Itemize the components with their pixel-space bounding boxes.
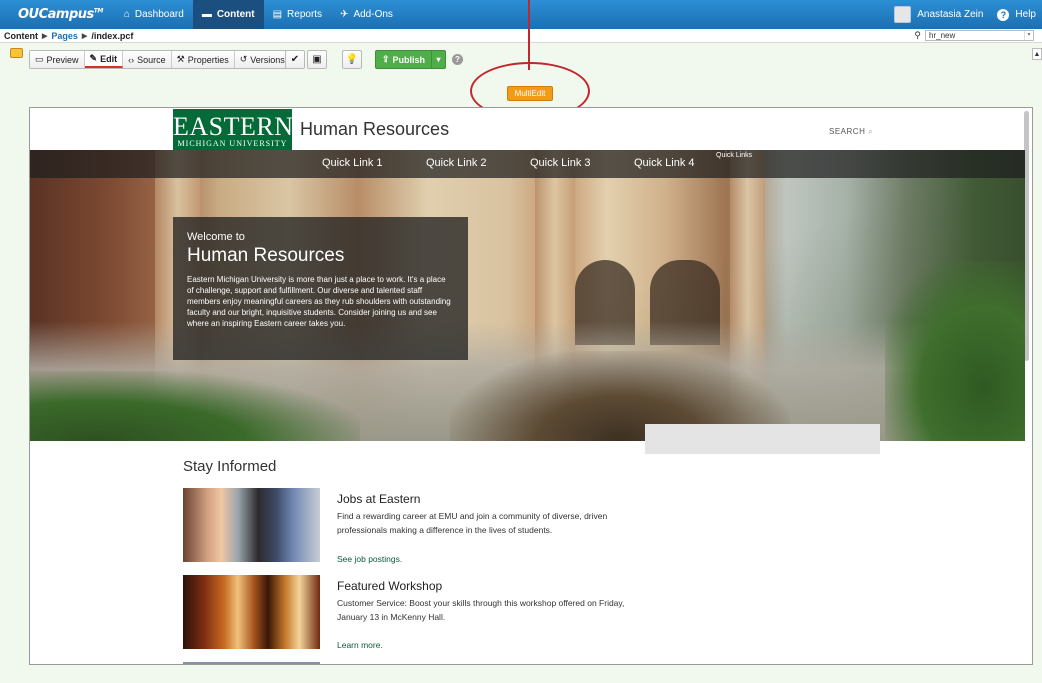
- avatar[interactable]: [894, 6, 912, 23]
- check-icon: ✔: [290, 54, 300, 65]
- chevron-down-icon: ▾: [1024, 31, 1033, 40]
- welcome-panel: Welcome to Human Resources Eastern Michi…: [173, 217, 468, 360]
- publish-button[interactable]: ⇪ Publish ▾: [375, 50, 446, 69]
- user-name[interactable]: Anastasia Zein: [917, 9, 983, 20]
- workshop-title[interactable]: Featured Workshop: [337, 579, 442, 593]
- properties-button[interactable]: ⚒ Properties: [171, 51, 235, 68]
- code-icon: ‹›: [128, 54, 135, 65]
- save-icon: ▣: [312, 54, 322, 65]
- wrench-icon: ⚒: [176, 54, 185, 64]
- multiedit-button[interactable]: MultiEdit: [507, 86, 553, 101]
- chevron-up-icon[interactable]: ▲: [1032, 48, 1042, 60]
- nav-content[interactable]: ▬ Content: [192, 0, 264, 29]
- save-button[interactable]: ▣: [307, 50, 327, 69]
- welcome-pre-title: Welcome to: [187, 231, 245, 243]
- folder-icon: ▬: [201, 9, 212, 20]
- quick-link-1[interactable]: Quick Link 1: [322, 157, 383, 169]
- chevron-right-icon: ▶: [42, 32, 48, 40]
- top-nav-bar: OUCampusTM ⌂ Dashboard ▬ Content ▤ Reports …: [0, 0, 1042, 29]
- workshop-link[interactable]: Learn more.: [337, 640, 383, 650]
- annotation-arrow-line: [528, 0, 530, 70]
- quick-link-4[interactable]: Quick Link 4: [634, 157, 695, 169]
- publish-icon: ⇪: [382, 54, 390, 64]
- banner-placeholder: [645, 424, 880, 454]
- pin-icon: ✈: [340, 9, 349, 20]
- nav-dashboard[interactable]: ⌂ Dashboard: [115, 0, 193, 29]
- jobs-description: Find a rewarding career at EMU and join …: [337, 511, 608, 535]
- preview-button[interactable]: ▭ Preview: [30, 51, 85, 68]
- welcome-body: Eastern Michigan University is more than…: [187, 275, 451, 328]
- breadcrumb-pages[interactable]: Pages: [51, 31, 78, 41]
- versions-button[interactable]: ↺ Versions: [234, 51, 290, 68]
- help-link[interactable]: Help: [1015, 9, 1036, 20]
- view-mode-group: ▭ Preview ✎ Edit ‹› Source ⚒ Properties ↺ Ver…: [29, 50, 291, 69]
- site-select[interactable]: hr_new ▾: [925, 30, 1034, 41]
- home-icon: ⌂: [123, 9, 130, 20]
- report-icon: ▤: [272, 9, 283, 20]
- nav-add-ons[interactable]: ✈ Add-Ons: [331, 0, 402, 29]
- breadcrumb-content[interactable]: Content: [4, 31, 38, 41]
- nav-reports[interactable]: ▤ Reports: [264, 0, 331, 29]
- help-icon[interactable]: ?: [452, 54, 463, 65]
- emu-logo[interactable]: EASTERN MICHIGAN UNIVERSITY: [173, 109, 293, 150]
- site-header: EASTERN MICHIGAN UNIVERSITY Human Resour…: [30, 108, 1025, 150]
- welcome-title: Human Resources: [187, 245, 345, 266]
- file-tree-icon[interactable]: [10, 48, 23, 58]
- help-icon[interactable]: ?: [997, 8, 1010, 21]
- breadcrumb-file: /index.pcf: [91, 30, 134, 41]
- site-search[interactable]: SEARCH ⌕: [829, 127, 873, 137]
- history-icon: ↺: [239, 54, 248, 64]
- site-title[interactable]: Human Resources: [300, 119, 449, 140]
- stay-informed-heading: Stay Informed: [183, 458, 277, 475]
- check-button[interactable]: ✔: [285, 50, 305, 69]
- quick-link-2[interactable]: Quick Link 2: [426, 157, 487, 169]
- workshop-image[interactable]: [183, 575, 320, 649]
- chevron-down-icon[interactable]: ▾: [431, 51, 445, 68]
- workshop-description: Customer Service: Boost your skills thro…: [337, 598, 625, 622]
- page-preview-frame: EASTERN MICHIGAN UNIVERSITY Human Resour…: [29, 107, 1033, 665]
- quick-links-header: Quick Links: [716, 152, 753, 159]
- monitor-icon: ▭: [35, 54, 44, 64]
- lightbulb-icon: 💡: [345, 54, 359, 65]
- third-card-image[interactable]: [183, 662, 320, 664]
- jobs-link[interactable]: See job postings.: [337, 554, 402, 564]
- edit-button[interactable]: ✎ Edit: [84, 51, 124, 68]
- jobs-image[interactable]: [183, 488, 320, 562]
- jobs-title[interactable]: Jobs at Eastern: [337, 492, 420, 506]
- hero-banner-image: Quick Link 1 Quick Link 2 Quick Link 3 Q…: [30, 150, 1025, 441]
- breadcrumb: Content ▶ Pages ▶ /index.pcf ⚲ hr_new ▾: [0, 29, 1042, 43]
- pencil-icon: ✎: [89, 53, 98, 63]
- tips-button[interactable]: 💡: [342, 50, 362, 69]
- search-icon: ⌕: [868, 127, 874, 136]
- location-pin-icon: ⚲: [914, 30, 921, 40]
- quick-link-3[interactable]: Quick Link 3: [530, 157, 591, 169]
- chevron-right-icon: ▶: [81, 32, 88, 40]
- source-button[interactable]: ‹› Source: [123, 51, 172, 68]
- quick-links-bar: Quick Link 1 Quick Link 2 Quick Link 3 Q…: [30, 150, 1025, 178]
- oucampus-logo[interactable]: OUCampusTM: [0, 7, 115, 22]
